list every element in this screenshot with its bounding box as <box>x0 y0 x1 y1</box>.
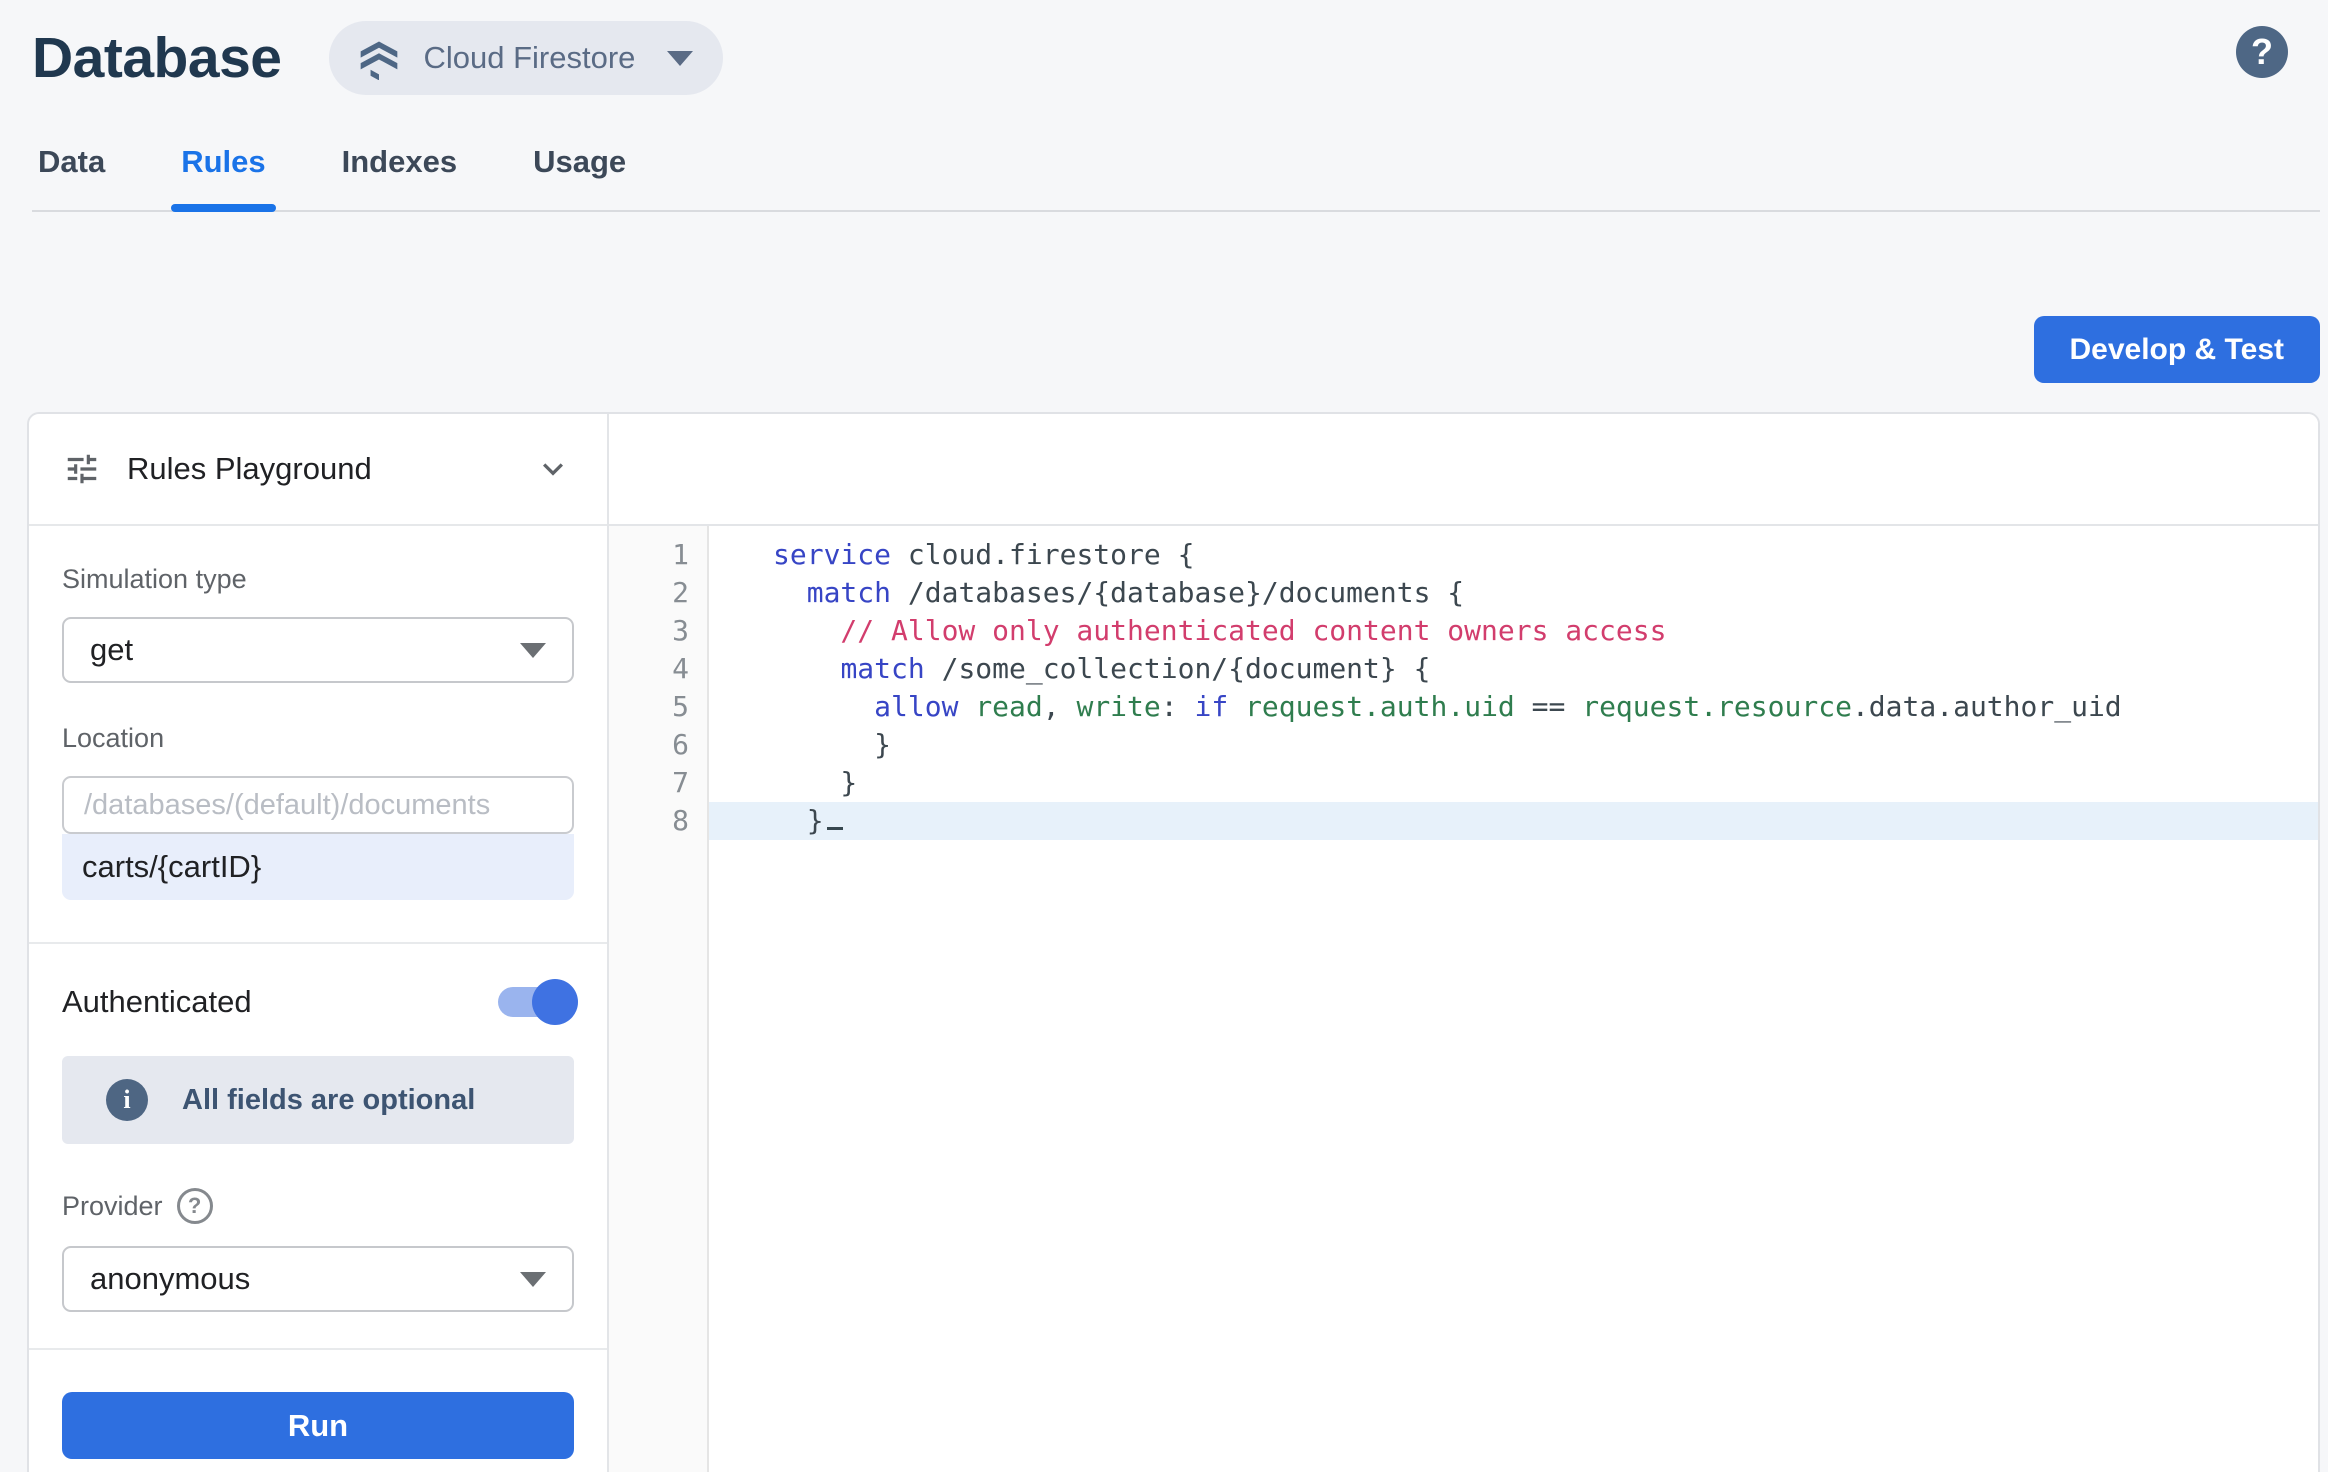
provider-select[interactable]: anonymous <box>62 1246 574 1312</box>
app-header: Database Cloud Firestore ? <box>0 0 2328 100</box>
provider-label: Provider <box>62 1191 163 1222</box>
line-number: 7 <box>609 764 689 802</box>
info-icon: i <box>106 1079 148 1121</box>
help-button[interactable]: ? <box>2236 26 2288 78</box>
rules-playground-body: Simulation type get Location /databases/… <box>29 526 607 1472</box>
firestore-icon <box>357 36 401 80</box>
simulation-type-value: get <box>90 632 133 668</box>
location-path-input[interactable]: carts/{cartID} <box>62 834 574 900</box>
code-line-5[interactable]: allow read, write: if request.auth.uid =… <box>709 688 2318 726</box>
authenticated-label: Authenticated <box>62 984 252 1020</box>
location-base-input[interactable]: /databases/(default)/documents <box>62 776 574 834</box>
text-cursor <box>827 827 843 830</box>
code-lines[interactable]: service cloud.firestore { match /databas… <box>709 526 2318 1472</box>
line-number: 1 <box>609 536 689 574</box>
rules-editor: 12345678 service cloud.firestore { match… <box>609 414 2318 1472</box>
code-line-4[interactable]: match /some_collection/{document} { <box>709 650 2318 688</box>
line-number: 2 <box>609 574 689 612</box>
location-label: Location <box>62 723 574 754</box>
page-title: Database <box>32 25 281 91</box>
tab-bar: Data Rules Indexes Usage <box>32 130 2320 212</box>
develop-test-button[interactable]: Develop & Test <box>2034 316 2321 383</box>
editor-toolbar <box>609 414 2318 526</box>
line-number: 6 <box>609 726 689 764</box>
editor-area[interactable]: 12345678 service cloud.firestore { match… <box>609 526 2318 1472</box>
tab-data[interactable]: Data <box>32 130 111 210</box>
tab-rules[interactable]: Rules <box>175 130 271 210</box>
actions-row: Develop & Test <box>27 316 2320 383</box>
simulation-type-select[interactable]: get <box>62 617 574 683</box>
authenticated-row: Authenticated <box>62 984 574 1020</box>
line-number: 5 <box>609 688 689 726</box>
info-banner: i All fields are optional <box>62 1056 574 1144</box>
tab-indexes[interactable]: Indexes <box>336 130 463 210</box>
toggle-knob <box>532 979 578 1025</box>
dropdown-arrow-icon <box>520 1272 546 1287</box>
product-selector[interactable]: Cloud Firestore <box>329 21 723 95</box>
line-number: 8 <box>609 802 689 840</box>
chevron-down-icon <box>667 51 693 66</box>
info-banner-text: All fields are optional <box>182 1084 475 1117</box>
tab-usage[interactable]: Usage <box>527 130 632 210</box>
code-line-8[interactable]: } <box>709 802 2318 840</box>
rules-card: Rules Playground Simulation type get Loc… <box>27 412 2320 1472</box>
rules-playground-panel: Rules Playground Simulation type get Loc… <box>29 414 609 1472</box>
provider-value: anonymous <box>90 1261 250 1297</box>
divider <box>29 942 607 944</box>
code-line-1[interactable]: service cloud.firestore { <box>709 536 2318 574</box>
authenticated-toggle[interactable] <box>498 987 574 1017</box>
code-line-6[interactable]: } <box>709 726 2318 764</box>
tune-icon <box>63 450 101 488</box>
code-line-3[interactable]: // Allow only authenticated content owne… <box>709 612 2318 650</box>
chevron-down-icon[interactable] <box>533 449 573 489</box>
run-button[interactable]: Run <box>62 1392 574 1459</box>
product-selector-label: Cloud Firestore <box>423 40 635 76</box>
divider <box>29 1348 607 1350</box>
rules-playground-title: Rules Playground <box>127 451 533 487</box>
code-line-7[interactable]: } <box>709 764 2318 802</box>
dropdown-arrow-icon <box>520 643 546 658</box>
line-numbers: 12345678 <box>609 526 709 1472</box>
question-icon: ? <box>2251 31 2273 73</box>
line-number: 3 <box>609 612 689 650</box>
provider-block: Provider ? anonymous <box>62 1188 574 1312</box>
provider-help-icon[interactable]: ? <box>177 1188 213 1224</box>
location-field-group: /databases/(default)/documents carts/{ca… <box>62 776 574 900</box>
rules-playground-header[interactable]: Rules Playground <box>29 414 607 526</box>
line-number: 4 <box>609 650 689 688</box>
simulation-type-label: Simulation type <box>62 564 574 595</box>
code-line-2[interactable]: match /databases/{database}/documents { <box>709 574 2318 612</box>
